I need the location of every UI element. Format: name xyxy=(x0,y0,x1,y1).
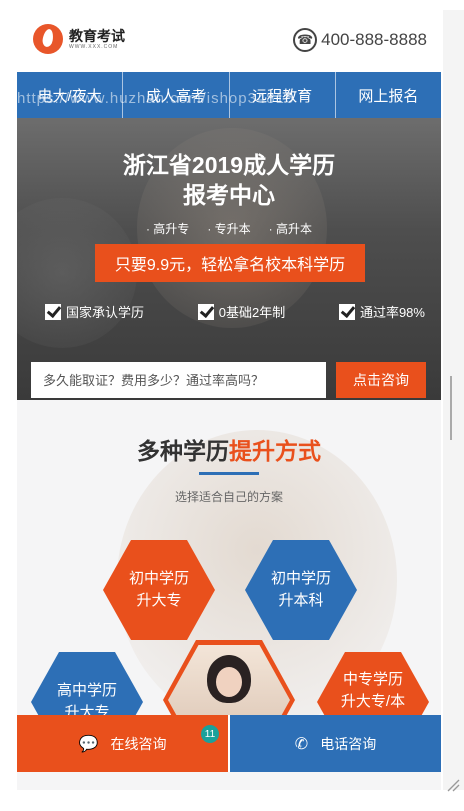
phone-number: 400-888-8888 xyxy=(321,30,427,49)
hero-tag: 专升本 xyxy=(207,220,251,237)
header: 教育考试 WWW.XXX.COM ☎ 400-888-8888 xyxy=(17,10,441,72)
phone-icon: ☎ xyxy=(293,28,318,52)
logo[interactable]: 教育考试 WWW.XXX.COM xyxy=(33,24,125,54)
chat-icon: 💬 xyxy=(78,735,99,753)
flame-logo-icon xyxy=(33,24,63,54)
nav-item-online-signup[interactable]: 网上报名 xyxy=(336,72,441,118)
feature-check-item: 0基础2年制 xyxy=(197,302,285,321)
main-nav: 电大/夜大 成人高考 远程教育 网上报名 xyxy=(17,72,441,118)
hero-tag: 高升专 xyxy=(146,220,189,237)
hero-banner: 浙江省2019成人学历 报考中心 高升专 专升本 高升本 只要9.9元，轻松拿名… xyxy=(17,118,441,400)
unread-badge: 11 xyxy=(201,725,219,743)
checkbox-icon xyxy=(197,303,214,320)
phone-icon: ✆ xyxy=(294,735,309,753)
hero-tag: 高升本 xyxy=(269,220,312,237)
nav-item-adult-exam[interactable]: 成人高考 xyxy=(123,72,230,118)
nav-item-remote-education[interactable]: 远程教育 xyxy=(230,72,336,118)
consult-button[interactable]: 点击咨询 xyxy=(336,362,426,398)
title-underline xyxy=(199,472,259,475)
section-title: 多种学历提升方式 xyxy=(137,438,321,464)
logo-title: 教育考试 xyxy=(69,28,125,44)
header-phone[interactable]: ☎ 400-888-8888 xyxy=(293,28,427,52)
feature-check-item: 通过率98% xyxy=(338,302,425,321)
section-subtitle: 选择适合自己的方案 xyxy=(174,490,283,504)
online-consult-button[interactable]: 💬 在线咨询 xyxy=(17,715,230,772)
resize-handle-icon[interactable] xyxy=(446,778,460,792)
hero-title-line1: 浙江省2019成人学历 xyxy=(122,152,336,178)
checkbox-icon xyxy=(338,303,355,320)
logo-subtitle: WWW.XXX.COM xyxy=(69,44,119,50)
phone-consult-button[interactable]: ✆ 电话咨询 xyxy=(230,715,441,772)
scrollbar-grip[interactable] xyxy=(450,376,456,440)
promo-cta-button[interactable]: 只要9.9元，轻松拿名校本科学历 xyxy=(95,244,365,282)
mobile-page: 教育考试 WWW.XXX.COM ☎ 400-888-8888 电大/夜大 成人… xyxy=(17,10,441,790)
hero-title-line2: 报考中心 xyxy=(183,182,275,208)
hero-tags: 高升专 专升本 高升本 xyxy=(17,220,441,237)
student-avatar xyxy=(207,655,251,703)
question-input[interactable] xyxy=(31,362,326,398)
checkbox-icon xyxy=(45,303,61,320)
feature-checks: 国家承认学历 0基础2年制 通过率98% xyxy=(45,302,425,321)
bottom-action-bar: 💬 在线咨询 ✆ 电话咨询 11 xyxy=(17,715,441,772)
nav-item-night-college[interactable]: 电大/夜大 xyxy=(17,72,124,118)
feature-check-item: 国家承认学历 xyxy=(45,302,144,321)
